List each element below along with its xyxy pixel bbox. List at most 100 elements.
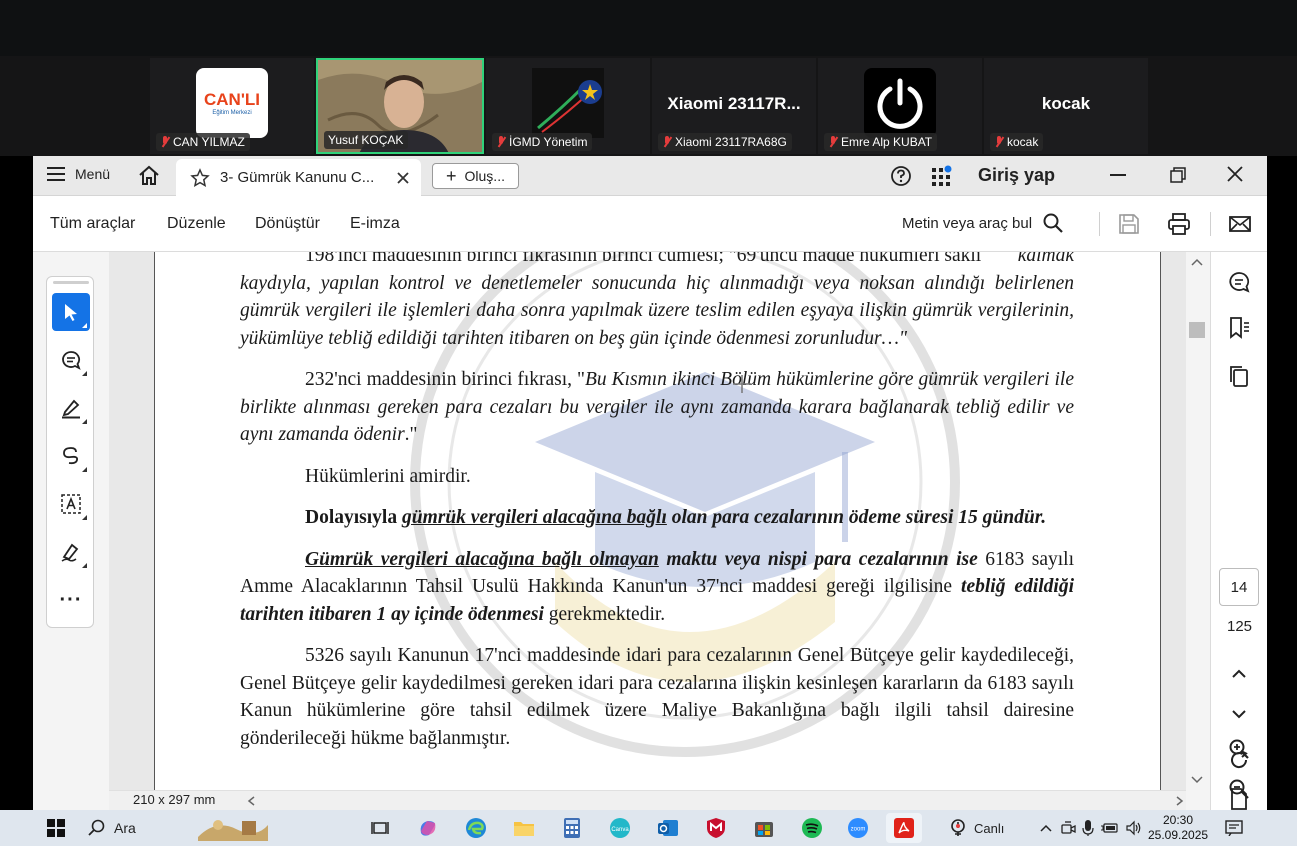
current-page-input[interactable]: 14 (1219, 568, 1259, 606)
restore-button[interactable] (1170, 167, 1186, 183)
battery-indicator[interactable] (1098, 816, 1122, 840)
help-button[interactable] (890, 165, 912, 187)
tab-bar: Menü 3- Gümrük Kanunu C... + Oluş... Gir… (33, 156, 1267, 196)
drag-handle[interactable] (53, 281, 89, 284)
vertical-scrollbar[interactable] (1186, 252, 1208, 790)
text-run-bold-italic: maktu veya nispi para cezalarının ise (658, 548, 978, 570)
taskbar-search[interactable]: Ara (80, 814, 270, 842)
menu-edit[interactable]: Düzenle (167, 215, 226, 233)
participant-tile[interactable]: İGMD Yönetim (486, 58, 650, 154)
scroll-right-icon[interactable] (1172, 792, 1186, 810)
edge-app[interactable] (464, 816, 488, 840)
bookmarks-panel-button[interactable] (1225, 314, 1253, 342)
participant-tile-active[interactable]: Yusuf KOÇAK (316, 58, 484, 154)
microphone-button[interactable] (1076, 816, 1100, 840)
show-hidden-icons-button[interactable] (1034, 816, 1058, 840)
participant-tile[interactable]: kocak kocak (984, 58, 1148, 154)
horizontal-scrollbar[interactable] (109, 790, 1186, 810)
close-tab-icon[interactable] (397, 171, 409, 184)
search-highlight-illustration (198, 820, 268, 841)
email-button[interactable] (1227, 211, 1253, 237)
page-size-label: 210 x 297 mm (133, 792, 216, 807)
find-tool[interactable]: Metin veya araç bul (902, 212, 1064, 234)
acrobat-app-active[interactable] (886, 813, 922, 843)
file-explorer-app[interactable] (512, 816, 536, 840)
clock[interactable]: 20:30 25.09.2025 (1148, 813, 1208, 843)
envelope-icon (1229, 216, 1251, 232)
power-icon (877, 78, 923, 129)
comments-panel-button[interactable] (1225, 268, 1253, 296)
sign-in-button[interactable]: Giriş yap (978, 165, 1055, 186)
comment-tool-button[interactable] (52, 341, 90, 379)
close-window-button[interactable] (1227, 166, 1243, 182)
previous-page-button[interactable] (1225, 660, 1253, 688)
scroll-up-icon[interactable] (1186, 256, 1208, 270)
more-indicator (82, 563, 87, 568)
draw-tool-button[interactable] (52, 437, 90, 475)
task-view-icon (371, 822, 389, 834)
calculator-app[interactable] (560, 816, 584, 840)
canva-app[interactable]: Canva (608, 816, 632, 840)
highlight-tool-button[interactable] (52, 389, 90, 427)
fill-sign-tool-button[interactable] (52, 533, 90, 571)
participant-tile[interactable]: CAN'LI Eğitim Merkezi CAN YILMAZ (150, 58, 314, 154)
more-tools-button[interactable]: ··· (52, 581, 90, 619)
apps-button[interactable] (930, 164, 954, 188)
print-button[interactable] (1166, 211, 1192, 237)
participant-tile[interactable]: Emre Alp KUBAT (818, 58, 982, 154)
star-icon[interactable] (190, 167, 210, 188)
task-view-button[interactable] (368, 816, 392, 840)
menu-convert[interactable]: Dönüştür (255, 215, 320, 233)
zoom-app[interactable]: zoom (846, 816, 870, 840)
text-tool-button[interactable] (52, 485, 90, 523)
clock-date: 25.09.2025 (1148, 828, 1209, 842)
more-dots-icon: ··· (59, 588, 83, 611)
mcafee-app[interactable] (704, 816, 728, 840)
next-page-button[interactable] (1225, 700, 1253, 728)
mic-off-icon (828, 136, 838, 148)
select-tool-button[interactable] (52, 293, 90, 331)
tab-document[interactable]: 3- Gümrük Kanunu C... (176, 159, 421, 196)
notifications-button[interactable] (1222, 816, 1246, 840)
menu-all-tools[interactable]: Tüm araçlar (50, 215, 135, 233)
participant-tile[interactable]: Xiaomi 23117R... Xiaomi 23117RA68G (652, 58, 816, 154)
home-button[interactable] (137, 164, 161, 186)
minimize-button[interactable] (1110, 174, 1126, 176)
chevron-up-icon (1040, 824, 1052, 832)
start-button[interactable] (44, 816, 68, 840)
store-app[interactable] (752, 816, 776, 840)
participant-name: kocak (1007, 135, 1039, 149)
more-indicator (82, 371, 87, 376)
spotify-app[interactable] (800, 816, 824, 840)
document-viewport[interactable]: 198'inci maddesinin birinci fıkrasının b… (109, 252, 1186, 790)
edge-icon (466, 818, 486, 838)
menu-button[interactable]: Menü (47, 166, 110, 182)
live-indicator[interactable]: Canlı (950, 816, 1020, 840)
paragraph: Gümrük vergileri alacağına bağlı olmayan… (240, 546, 1074, 629)
text-run: ." (404, 424, 418, 445)
minimize-icon (1110, 174, 1126, 176)
page-thumbnails-button[interactable] (1225, 362, 1253, 390)
more-indicator (82, 419, 87, 424)
copy-pages-icon (1230, 366, 1248, 387)
zoom-out-button[interactable] (1224, 776, 1254, 802)
menu-e-sign[interactable]: E-imza (350, 215, 400, 233)
video-call-strip: CAN'LI Eğitim Merkezi CAN YILMAZ Yusuf K… (0, 0, 1297, 156)
new-tab-button[interactable]: + Oluş... (432, 163, 519, 189)
logo-text: CAN'LI (204, 90, 260, 109)
volume-button[interactable] (1122, 816, 1146, 840)
total-pages: 125 (1226, 618, 1253, 635)
chevron-up-icon (1232, 669, 1246, 678)
pdf-reader-window: Menü 3- Gümrük Kanunu C... + Oluş... Gir… (33, 156, 1267, 810)
zoom-in-button[interactable] (1224, 736, 1254, 762)
participant-name: Emre Alp KUBAT (841, 135, 933, 149)
text-run: 198'inci maddesinin birinci fıkrasının b… (305, 252, 982, 266)
scroll-down-icon[interactable] (1186, 772, 1208, 786)
save-button[interactable] (1116, 211, 1142, 237)
outlook-app[interactable] (656, 816, 680, 840)
scroll-left-icon[interactable] (245, 792, 259, 810)
save-icon (1119, 214, 1139, 234)
copilot-app[interactable] (416, 816, 440, 840)
live-label: Canlı (974, 820, 1005, 836)
scroll-thumb[interactable] (1189, 322, 1205, 338)
